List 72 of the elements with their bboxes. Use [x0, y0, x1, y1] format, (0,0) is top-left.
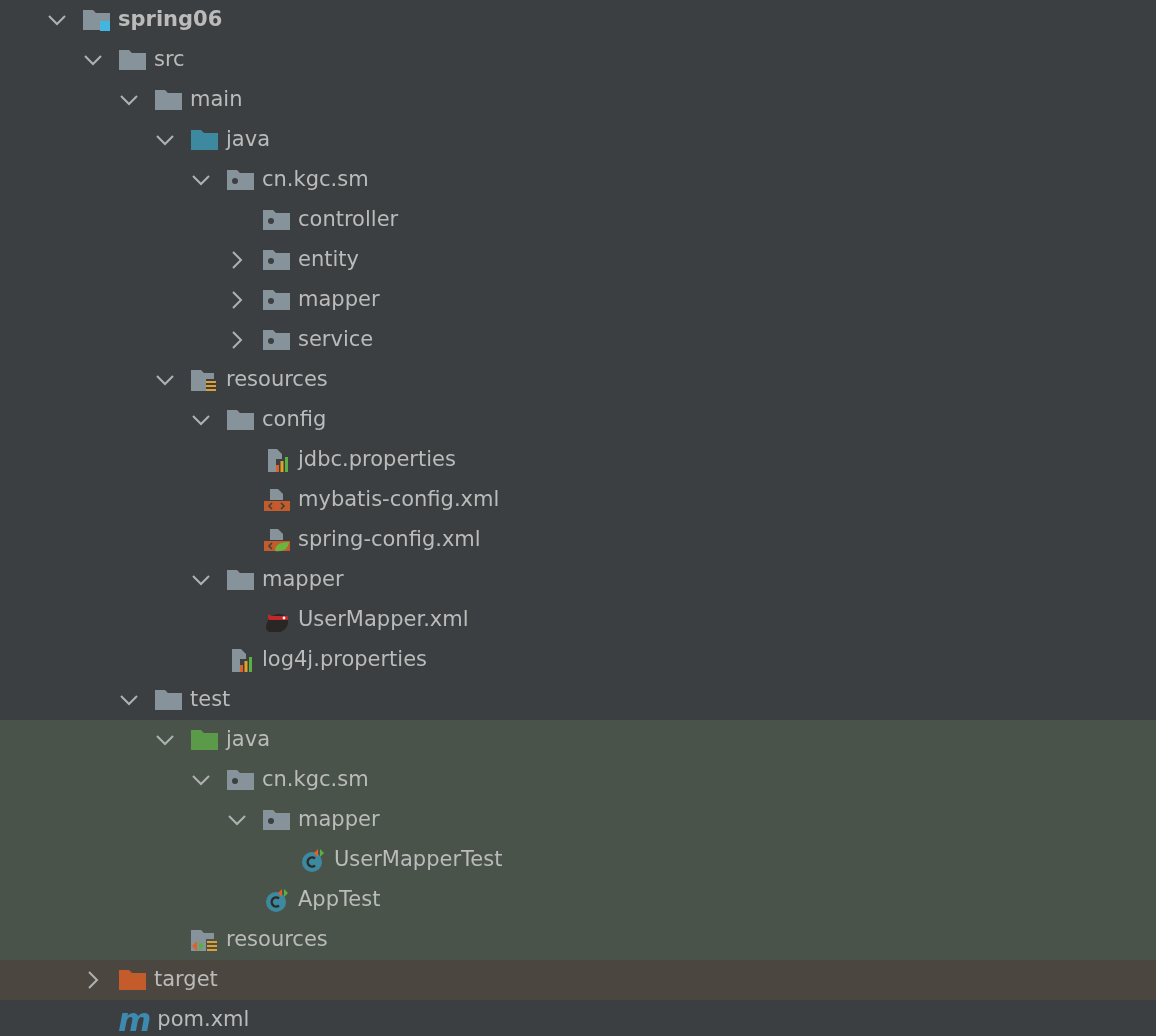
file-name: spring-config.xml: [298, 527, 481, 553]
file-name: pom.xml: [157, 1007, 250, 1033]
tree-row[interactable]: UserMapper.xml: [0, 600, 1156, 640]
tree-row[interactable]: test: [0, 680, 1156, 720]
tree-row[interactable]: src: [0, 40, 1156, 80]
tree-row[interactable]: spring-config.xml: [0, 520, 1156, 560]
file-name: jdbc.properties: [298, 447, 456, 473]
module-folder-icon: [82, 8, 110, 32]
file-name: UserMapper.xml: [298, 607, 469, 633]
package-folder-icon: [226, 168, 254, 192]
folder-icon: [226, 568, 254, 592]
file-name: src: [154, 47, 185, 73]
folder-icon: [154, 688, 182, 712]
folder-icon: [226, 408, 254, 432]
file-name: mapper: [298, 287, 380, 313]
tree-row[interactable]: mapper: [0, 280, 1156, 320]
tree-row[interactable]: main: [0, 80, 1156, 120]
tree-row[interactable]: entity: [0, 240, 1156, 280]
resources-folder-icon: [190, 368, 218, 392]
file-name: target: [154, 967, 218, 993]
folder-icon: [154, 88, 182, 112]
tree-row[interactable]: resources: [0, 920, 1156, 960]
folder-icon: [118, 968, 146, 992]
tree-row[interactable]: java: [0, 120, 1156, 160]
resources-folder-icon: [190, 928, 218, 952]
file-name: cn.kgc.sm: [262, 167, 369, 193]
tree-row[interactable]: config: [0, 400, 1156, 440]
file-name: java: [226, 727, 270, 753]
file-name: main: [190, 87, 243, 113]
package-folder-icon: [262, 248, 290, 272]
file-name: resources: [226, 367, 328, 393]
spring-xml-file-icon: [262, 528, 290, 552]
xml-file-icon: [262, 488, 290, 512]
tree-row[interactable]: cn.kgc.sm: [0, 160, 1156, 200]
folder-icon: [118, 48, 146, 72]
package-folder-icon: [226, 768, 254, 792]
file-name: UserMapperTest: [334, 847, 503, 873]
tree-row[interactable]: spring06: [0, 0, 1156, 40]
maven-icon: m: [118, 1006, 152, 1034]
tree-row[interactable]: jdbc.properties: [0, 440, 1156, 480]
file-name: cn.kgc.sm: [262, 767, 369, 793]
tree-row[interactable]: service: [0, 320, 1156, 360]
file-name: test: [190, 687, 231, 713]
package-folder-icon: [262, 808, 290, 832]
tree-row[interactable]: mapper: [0, 560, 1156, 600]
folder-icon: [190, 728, 218, 752]
tree-row[interactable]: java: [0, 720, 1156, 760]
package-folder-icon: [262, 208, 290, 232]
file-name: AppTest: [298, 887, 381, 913]
file-name: config: [262, 407, 327, 433]
tree-row[interactable]: cn.kgc.sm: [0, 760, 1156, 800]
package-folder-icon: [262, 328, 290, 352]
file-name: log4j.properties: [262, 647, 428, 673]
file-name: mapper: [262, 567, 344, 593]
file-name: mybatis-config.xml: [298, 487, 500, 513]
tree-row[interactable]: UserMapperTest: [0, 840, 1156, 880]
file-name: service: [298, 327, 374, 353]
folder-icon: [190, 128, 218, 152]
tree-row[interactable]: controller: [0, 200, 1156, 240]
tree-row[interactable]: AppTest: [0, 880, 1156, 920]
file-name: controller: [298, 207, 399, 233]
tree-row[interactable]: target: [0, 960, 1156, 1000]
package-folder-icon: [262, 288, 290, 312]
tree-row[interactable]: mybatis-config.xml: [0, 480, 1156, 520]
file-name: java: [226, 127, 270, 153]
tree-row[interactable]: resources: [0, 360, 1156, 400]
file-name: mapper: [298, 807, 380, 833]
file-name: spring06: [118, 7, 223, 33]
tree-row[interactable]: mapper: [0, 800, 1156, 840]
file-name: resources: [226, 927, 328, 953]
tree-row[interactable]: log4j.properties: [0, 640, 1156, 680]
file-name: entity: [298, 247, 359, 273]
